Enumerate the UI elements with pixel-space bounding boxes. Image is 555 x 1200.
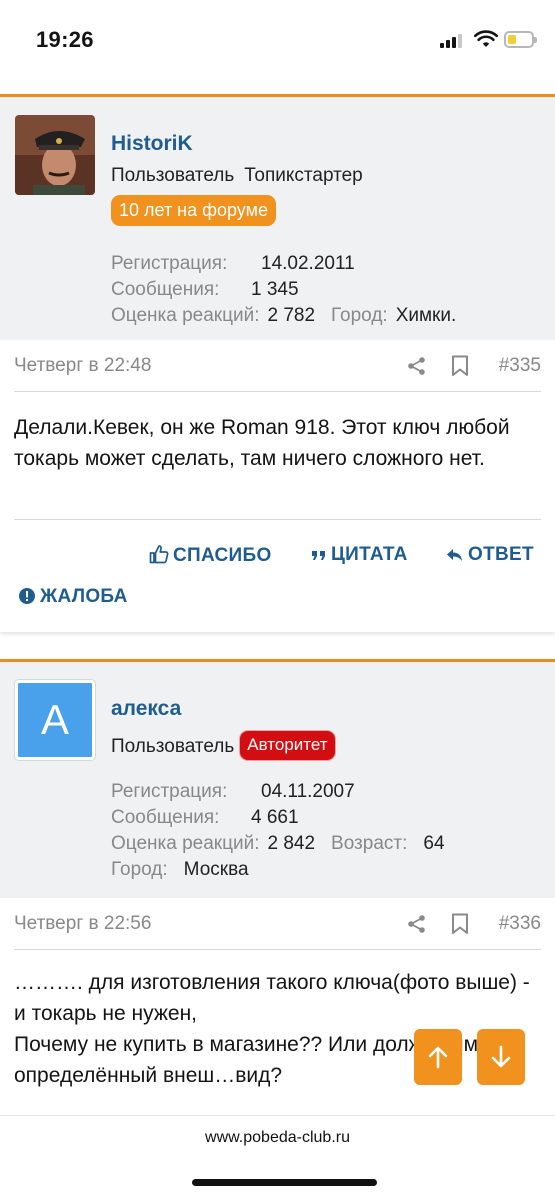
url-text[interactable]: www.pobeda-club.ru [0, 1129, 555, 1147]
scroll-top-button[interactable] [414, 1029, 462, 1085]
messages-label: Сообщения: [111, 279, 220, 300]
messages-value: 4 661 [251, 807, 299, 828]
registration-label: Регистрация: [111, 781, 228, 802]
username[interactable]: HistoriK [111, 132, 193, 156]
reactions-label: Оценка реакций: [111, 833, 260, 854]
reactions-value: 2 842 [267, 833, 316, 854]
messages-label: Сообщения: [111, 807, 220, 828]
browser-address-bar[interactable]: www.pobeda-club.ru [0, 1115, 555, 1200]
forum-age-badge: 10 лет на форуме [111, 195, 276, 226]
messages-value: 1 345 [251, 279, 299, 300]
post-number[interactable]: #336 [499, 913, 541, 935]
status-bar: 19:26 [0, 0, 555, 84]
post-date[interactable]: Четверг в 22:48 [14, 355, 151, 377]
report-label: ЖАЛОБА [40, 586, 128, 607]
post-meta: Четверг в 22:56 #336 [14, 898, 541, 950]
post-date[interactable]: Четверг в 22:56 [14, 913, 151, 935]
username[interactable]: алекса [111, 697, 181, 721]
city-value: Москва [183, 859, 249, 880]
user-avatar[interactable] [15, 115, 95, 195]
status-time: 19:26 [36, 27, 94, 52]
report-button[interactable]: ЖАЛОБА [18, 586, 128, 608]
registration-label: Регистрация: [111, 253, 228, 274]
registration-value: 04.11.2007 [261, 781, 355, 802]
user-info-panel: HistoriK Пользователь Топикстартер 10 лет… [0, 97, 555, 340]
share-icon[interactable] [407, 356, 427, 376]
age-value: 64 [423, 833, 445, 854]
quote-label: ЦИТАТА [331, 544, 408, 565]
quote-icon [312, 551, 325, 560]
alert-icon [19, 588, 35, 604]
age-label: Возраст: [331, 833, 408, 854]
like-label: СПАСИБО [173, 545, 272, 566]
thumbs-up-icon [149, 545, 169, 564]
city-label: Город: [111, 859, 168, 880]
post-text-line: ………. для изготовления такого ключа(фото … [14, 971, 530, 1025]
user-avatar[interactable]: А [15, 680, 95, 760]
user-stats: Регистрация: 14.02.2011 Сообщения: 1 345 О… [111, 251, 456, 329]
user-title: Пользователь Авторитет [111, 730, 336, 763]
user-title-text: Пользователь [111, 736, 235, 757]
reply-label: ОТВЕТ [468, 544, 534, 565]
user-stats: Регистрация: 04.11.2007 Сообщения: 4 661 О… [111, 779, 445, 883]
like-button[interactable]: СПАСИБО [149, 544, 272, 567]
registration-value: 14.02.2011 [261, 253, 355, 274]
cellular-signal-icon [440, 34, 466, 48]
city-label: Город: [331, 305, 388, 326]
arrow-down-icon [491, 1045, 511, 1068]
topic-starter-label: Топикстартер [244, 165, 363, 186]
bookmark-icon[interactable] [451, 355, 469, 377]
wifi-icon [474, 30, 498, 47]
authority-badge: Авторитет [239, 730, 336, 761]
reply-icon [447, 549, 462, 561]
scroll-bottom-button[interactable] [477, 1029, 525, 1085]
post-number[interactable]: #335 [499, 355, 541, 377]
post-meta: Четверг в 22:48 #335 [14, 340, 541, 392]
reply-button[interactable]: ОТВЕТ [446, 544, 534, 566]
reactions-label: Оценка реакций: [111, 305, 260, 326]
user-info-panel: А алекса Пользователь Авторитет Регистрац… [0, 662, 555, 898]
user-title: Пользователь Топикстартер [111, 165, 363, 187]
post-actions: СПАСИБО ЦИТАТА ОТВЕТ ЖАЛОБА [0, 520, 555, 616]
post-content: Делали.Кевек, он же Roman 918. Этот ключ… [14, 392, 541, 520]
bookmark-icon[interactable] [451, 913, 469, 935]
city-value: Химки. [395, 305, 457, 326]
arrow-up-icon [428, 1046, 448, 1069]
home-indicator [192, 1179, 377, 1186]
reactions-value: 2 782 [267, 305, 316, 326]
forum-post: А алекса Пользователь Авторитет Регистрац… [0, 659, 555, 1119]
share-icon[interactable] [407, 914, 427, 934]
forum-post: HistoriK Пользователь Топикстартер 10 лет… [0, 94, 555, 632]
quote-button[interactable]: ЦИТАТА [311, 544, 408, 566]
user-title-text: Пользователь [111, 165, 235, 186]
battery-icon [504, 31, 537, 48]
